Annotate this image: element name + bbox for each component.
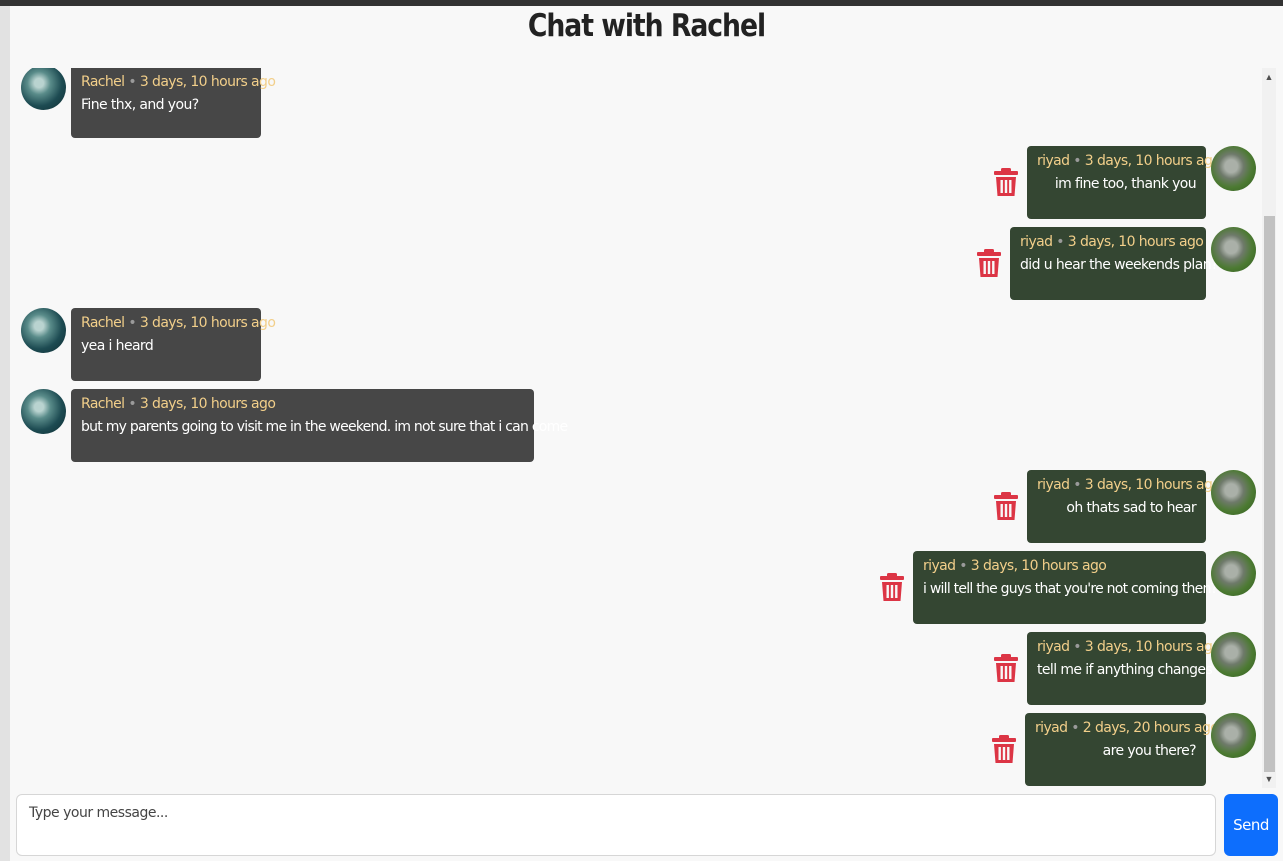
trash-icon[interactable] — [976, 248, 1002, 278]
timestamp: 3 days, 10 hours ago — [970, 558, 1107, 574]
avatar — [1211, 713, 1256, 758]
message-bubble: riyad • 3 days, 10 hours ago i will tell… — [913, 551, 1218, 624]
avatar — [1211, 470, 1256, 515]
sender-name: riyad — [1037, 639, 1070, 655]
separator-dot: • — [1073, 639, 1081, 655]
message-text: Fine thx, and you? — [81, 97, 199, 113]
message-text: i will tell the guys that you're not com… — [923, 581, 1218, 597]
message-text: yea i heard — [81, 338, 154, 354]
message-list[interactable]: Rachel • 3 days, 10 hours ago Fine thx, … — [10, 68, 1262, 788]
message-text: tell me if anything changes — [1037, 662, 1213, 678]
avatar — [21, 308, 66, 353]
message-input[interactable]: Type your message... — [16, 794, 1216, 856]
separator-dot: • — [1073, 477, 1081, 493]
avatar — [1211, 146, 1256, 191]
timestamp: 3 days, 10 hours ago — [139, 315, 276, 331]
arrow-up-icon[interactable]: ▲ — [1262, 70, 1276, 84]
sender-name: Rachel — [81, 74, 125, 90]
arrow-down-icon[interactable]: ▼ — [1262, 772, 1276, 786]
left-edge — [0, 6, 10, 861]
separator-dot: • — [128, 315, 137, 331]
message-text: but my parents going to visit me in the … — [81, 419, 568, 435]
avatar — [1211, 551, 1256, 596]
message-scrollbar[interactable]: ▲ ▼ — [1262, 68, 1276, 788]
sender-name: Rachel — [81, 315, 125, 331]
sender-name: riyad — [1020, 234, 1053, 250]
timestamp: 3 days, 10 hours ago — [139, 74, 276, 90]
message-text: im fine too, thank you — [1054, 176, 1197, 192]
timestamp: 3 days, 10 hours ago — [1084, 153, 1221, 169]
sender-name: riyad — [1037, 477, 1070, 493]
message-text: are you there? — [1102, 743, 1197, 759]
trash-icon[interactable] — [991, 734, 1017, 764]
window-top-bar — [0, 0, 1283, 6]
timestamp: 2 days, 20 hours ago — [1082, 720, 1219, 736]
separator-dot: • — [959, 558, 967, 574]
message-bubble: riyad • 3 days, 10 hours ago did u hear … — [1010, 227, 1218, 300]
message-text: oh thats sad to hear — [1066, 500, 1196, 516]
sender-name: riyad — [1037, 153, 1070, 169]
sender-name: riyad — [1035, 720, 1068, 736]
scrollbar-thumb[interactable] — [1264, 216, 1275, 772]
message-bubble: riyad • 2 days, 20 hours ago are you the… — [1025, 713, 1219, 786]
message-bubble: Rachel • 3 days, 10 hours ago Fine thx, … — [71, 68, 276, 138]
timestamp: 3 days, 10 hours ago — [1067, 234, 1204, 250]
avatar — [21, 68, 66, 110]
separator-dot: • — [1071, 720, 1079, 736]
message-text: did u hear the weekends plan? — [1020, 257, 1218, 273]
separator-dot: • — [1073, 153, 1081, 169]
separator-dot: • — [1056, 234, 1064, 250]
separator-dot: • — [128, 396, 137, 412]
avatar — [1211, 227, 1256, 272]
page-title: Chat with Rachel — [527, 8, 766, 44]
send-button[interactable]: Send — [1224, 794, 1278, 856]
avatar — [21, 389, 66, 434]
trash-icon[interactable] — [879, 572, 905, 602]
message-input-placeholder: Type your message... — [29, 805, 168, 821]
message-bubble: Rachel • 3 days, 10 hours ago yea i hear… — [71, 308, 276, 381]
avatar — [1211, 632, 1256, 677]
sender-name: Rachel — [81, 396, 125, 412]
trash-icon[interactable] — [993, 653, 1019, 683]
message-bubble: riyad • 3 days, 10 hours ago oh thats sa… — [1027, 470, 1221, 543]
timestamp: 3 days, 10 hours ago — [1084, 639, 1221, 655]
trash-icon[interactable] — [993, 167, 1019, 197]
separator-dot: • — [128, 74, 137, 90]
trash-icon[interactable] — [993, 491, 1019, 521]
message-bubble: riyad • 3 days, 10 hours ago tell me if … — [1027, 632, 1221, 705]
timestamp: 3 days, 10 hours ago — [1084, 477, 1221, 493]
sender-name: riyad — [923, 558, 956, 574]
message-bubble: riyad • 3 days, 10 hours ago im fine too… — [1027, 146, 1221, 219]
timestamp: 3 days, 10 hours ago — [139, 396, 276, 412]
message-bubble: Rachel • 3 days, 10 hours ago but my par… — [71, 389, 568, 462]
